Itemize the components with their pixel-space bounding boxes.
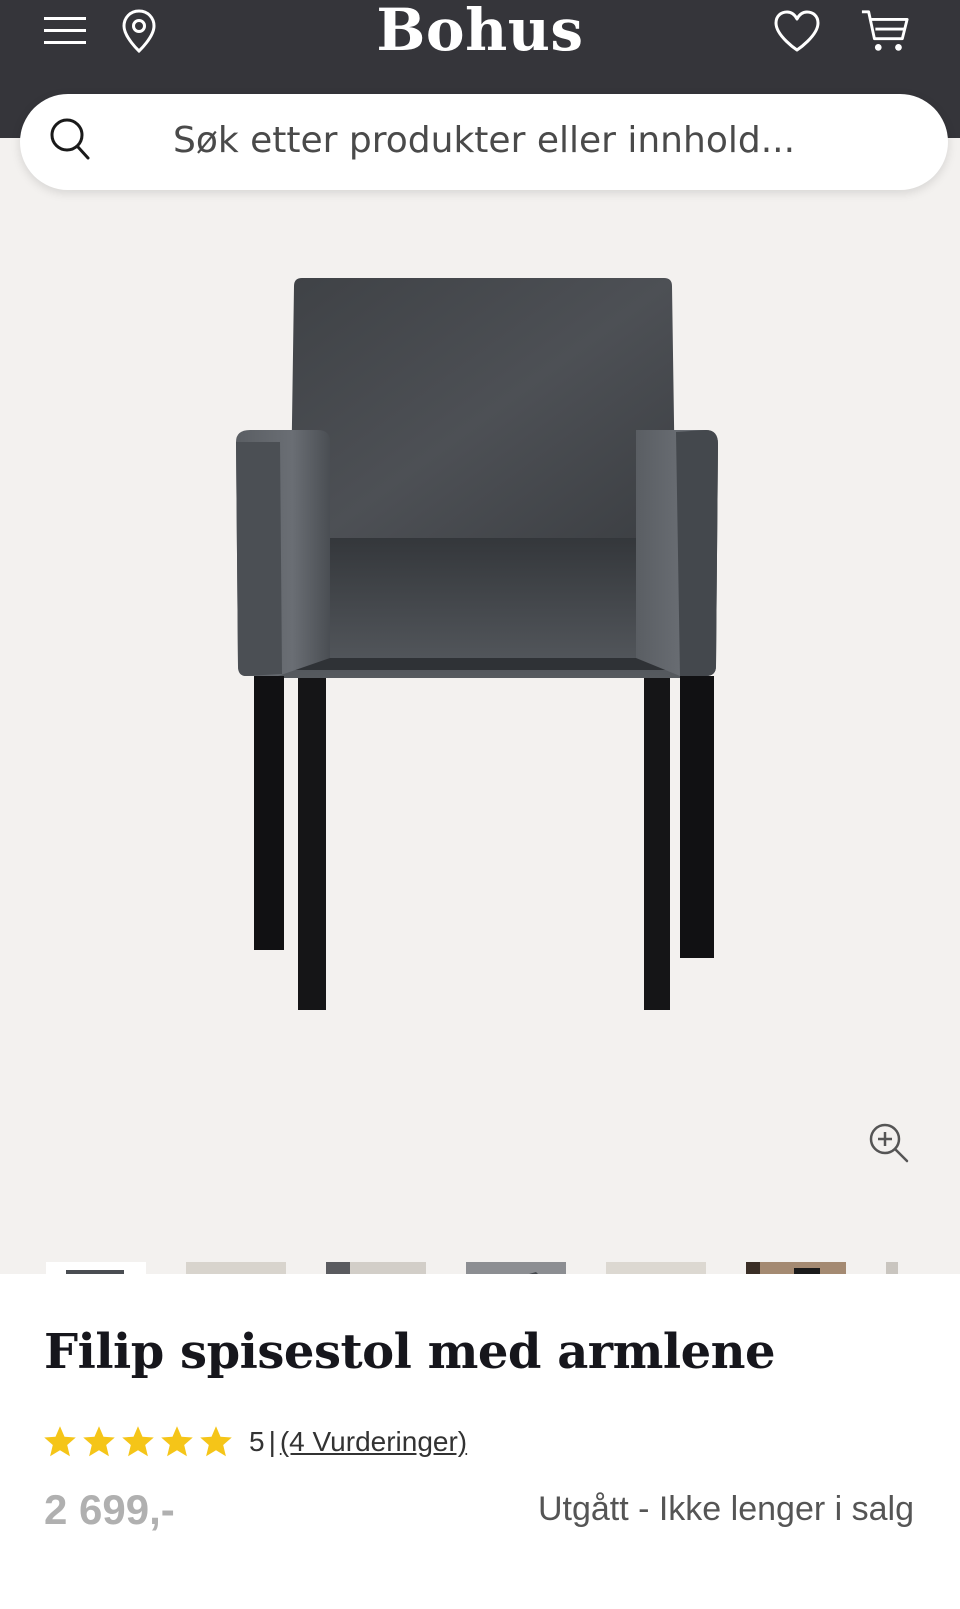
shopping-cart-icon[interactable] — [860, 6, 910, 56]
star-icon — [161, 1426, 193, 1457]
star-icon — [83, 1426, 115, 1457]
reviews-link[interactable]: (4 Vurderinger) — [280, 1426, 467, 1458]
search-input[interactable]: Søk etter produkter eller innhold... — [20, 120, 948, 161]
product-title: Filip spisestol med armlene — [44, 1324, 776, 1380]
zoom-in-icon[interactable] — [868, 1122, 910, 1169]
rating-separator: | — [268, 1426, 276, 1457]
star-icon — [200, 1426, 232, 1457]
star-icon — [122, 1426, 154, 1457]
product-main-image[interactable] — [0, 138, 960, 1138]
availability-status: Utgått - Ikke lenger i salg — [537, 1490, 914, 1528]
star-icon — [44, 1426, 76, 1457]
rating-score: 5 — [249, 1426, 265, 1457]
product-price: 2 699,- — [44, 1486, 175, 1533]
search-bar[interactable]: Søk etter produkter eller innhold... — [20, 94, 948, 190]
heart-icon[interactable] — [772, 6, 822, 56]
product-image-gallery — [0, 138, 960, 1362]
product-info: Filip spisestol med armlene 5 | (4 Vurde… — [0, 1274, 960, 1609]
product-rating: 5 | (4 Vurderinger) — [42, 1422, 467, 1462]
